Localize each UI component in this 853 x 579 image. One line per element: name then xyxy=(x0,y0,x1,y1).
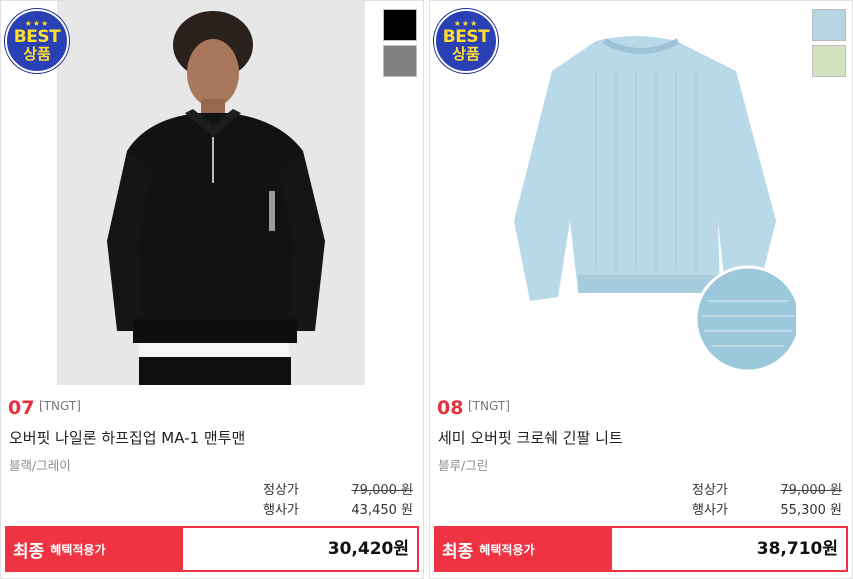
regular-price-row: 정상가 79,000 원 xyxy=(263,479,413,498)
final-price-value: 38,710원 xyxy=(756,539,838,559)
regular-price-label: 정상가 xyxy=(263,483,299,498)
product-grid: ★★★ BEST 상품 07 [TNGT] 오버핏 나일론 하프집업 MA-1 … xyxy=(0,0,853,579)
final-price-value: 30,420원 xyxy=(327,539,409,559)
product-brand: [TNGT] xyxy=(39,399,81,413)
regular-price-row: 정상가 79,000 원 xyxy=(692,479,842,498)
color-swatches xyxy=(383,9,417,77)
product-card[interactable]: ★★★ BEST 상품 07 [TNGT] 오버핏 나일론 하프집업 MA-1 … xyxy=(0,0,424,579)
sale-price-value: 43,450 원 xyxy=(351,503,413,518)
final-price-sublabel: 혜택적용가 xyxy=(479,542,535,557)
final-price-bar[interactable]: 최종 혜택적용가 30,420원 xyxy=(5,526,419,572)
color-swatch-blue[interactable] xyxy=(812,9,846,41)
product-name[interactable]: 세미 오버핏 크로쉐 긴팔 니트 xyxy=(438,427,623,448)
badge-product-text: 상품 xyxy=(23,45,51,63)
final-price-sublabel: 혜택적용가 xyxy=(50,542,106,557)
product-image-black-halfzip[interactable] xyxy=(57,1,365,385)
regular-price-value: 79,000 원 xyxy=(351,483,413,498)
color-swatches xyxy=(812,9,846,77)
product-color-options: 블랙/그레이 xyxy=(9,458,71,473)
color-swatch-black[interactable] xyxy=(383,9,417,41)
best-product-badge: ★★★ BEST 상품 xyxy=(5,9,69,73)
product-card[interactable]: ★★★ BEST 상품 08 [TNGT] 세미 오버핏 크로쉐 긴팔 니트 블… xyxy=(429,0,853,579)
sale-price-value: 55,300 원 xyxy=(780,503,842,518)
product-name[interactable]: 오버핏 나일론 하프집업 MA-1 맨투맨 xyxy=(9,427,245,448)
regular-price-label: 정상가 xyxy=(692,483,728,498)
final-price-label: 최종 xyxy=(13,541,45,562)
product-image-crochet-knit[interactable] xyxy=(486,1,796,385)
sale-price-row: 행사가 43,450 원 xyxy=(263,499,413,518)
final-price-label: 최종 xyxy=(442,541,474,562)
regular-price-value: 79,000 원 xyxy=(780,483,842,498)
color-swatch-gray[interactable] xyxy=(383,45,417,77)
best-product-badge: ★★★ BEST 상품 xyxy=(434,9,498,73)
badge-product-text: 상품 xyxy=(452,45,480,63)
sale-price-row: 행사가 55,300 원 xyxy=(692,499,842,518)
badge-best-text: BEST xyxy=(442,27,490,47)
badge-best-text: BEST xyxy=(13,27,61,47)
color-swatch-green[interactable] xyxy=(812,45,846,77)
final-price-label-box: 최종 혜택적용가 xyxy=(436,528,612,570)
final-price-bar[interactable]: 최종 혜택적용가 38,710원 xyxy=(434,526,848,572)
sale-price-label: 행사가 xyxy=(692,503,728,518)
product-rank: 08 xyxy=(437,397,464,419)
product-brand: [TNGT] xyxy=(468,399,510,413)
product-rank: 07 xyxy=(8,397,35,419)
product-color-options: 블루/그린 xyxy=(438,458,489,473)
sale-price-label: 행사가 xyxy=(263,503,299,518)
final-price-label-box: 최종 혜택적용가 xyxy=(7,528,183,570)
